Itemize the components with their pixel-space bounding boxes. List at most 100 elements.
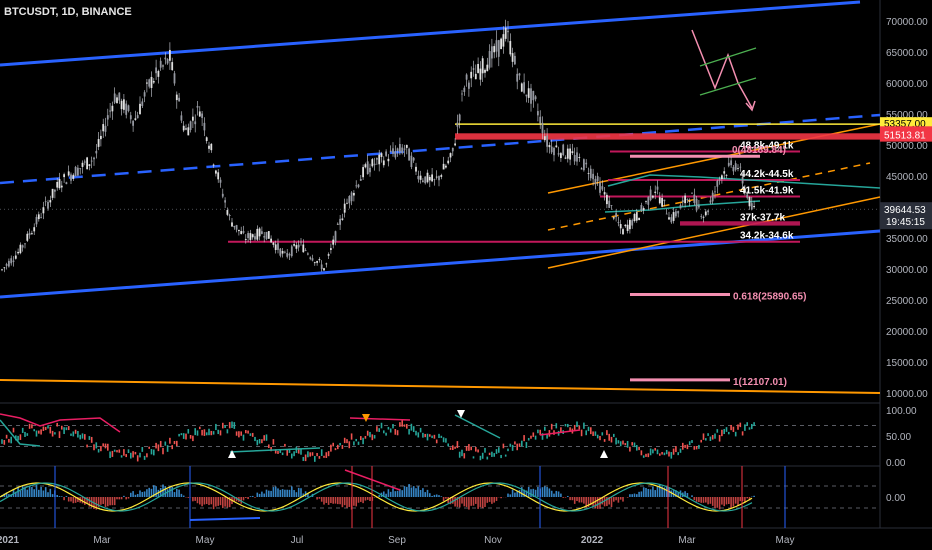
candle-body <box>546 135 548 147</box>
macd-histogram-bar <box>431 495 433 497</box>
rsi-candle <box>215 423 217 431</box>
candle-body <box>49 200 52 203</box>
macd-histogram-bar <box>546 487 548 497</box>
macd-histogram-bar <box>100 497 102 505</box>
macd-histogram-bar <box>576 497 578 502</box>
rsi-candle <box>380 422 383 429</box>
rsi-candle <box>219 430 222 436</box>
candle-body <box>162 65 164 67</box>
rsi-candle <box>470 446 472 451</box>
candle-body <box>410 155 413 168</box>
rsi-candle <box>652 449 654 454</box>
rsi-candle <box>337 444 339 450</box>
rsi-candle <box>491 451 493 457</box>
rsi-candle <box>38 430 40 434</box>
rsi-candle <box>599 435 601 441</box>
candle-body <box>58 179 61 189</box>
rsi-candle <box>631 442 633 446</box>
rsi-divergence-line-1 <box>0 413 121 433</box>
rsi-candle <box>458 451 461 458</box>
rsi-candle <box>544 426 546 431</box>
macd-histogram-bar <box>203 497 206 505</box>
rsi-candle <box>192 435 194 442</box>
rsi-candle <box>102 443 104 447</box>
rsi-candle <box>647 453 650 458</box>
candle-body <box>364 164 367 168</box>
rsi-candle <box>569 427 571 431</box>
candle-body <box>141 101 144 106</box>
rsi-candle <box>291 453 293 459</box>
candle-body <box>456 122 459 127</box>
candle-body <box>638 217 640 221</box>
candle-body <box>474 73 477 80</box>
macd-histogram-bar <box>691 495 693 497</box>
macd-histogram-bar <box>38 489 40 497</box>
macd-histogram-bar <box>445 497 447 499</box>
macd-histogram-bar <box>166 489 169 497</box>
candle-body <box>350 192 353 202</box>
candle-body <box>527 88 530 98</box>
y-tick-label-12: 10000.00 <box>886 389 928 400</box>
rsi-candle <box>665 449 668 455</box>
rsi-candle <box>435 439 438 444</box>
candle-body <box>31 233 33 235</box>
price-chart[interactable]: 48.8k-49.1k0(48189.84)44.2k-44.5k41.5k-4… <box>0 0 932 550</box>
rsi-candle <box>527 437 530 441</box>
macd-histogram-bar <box>42 490 45 497</box>
candle-body <box>571 151 574 154</box>
candle-body <box>265 231 268 240</box>
rsi-candle <box>465 446 468 451</box>
macd-histogram-bar <box>116 497 118 500</box>
rsi-candle <box>732 426 735 432</box>
macd-histogram-bar <box>192 497 194 502</box>
macd-histogram-bar <box>647 488 650 497</box>
candle-body <box>656 186 659 190</box>
candle-body <box>470 71 473 79</box>
candle-body <box>217 172 220 180</box>
candle-body <box>210 143 213 151</box>
rsi-candle <box>42 426 45 431</box>
rsi-candle <box>104 443 107 449</box>
candle-body <box>750 203 753 210</box>
y-tick-label-2: 60000.00 <box>886 79 928 90</box>
macd-histogram-bar <box>196 497 199 504</box>
candle-body <box>601 186 604 190</box>
macd-histogram-bar <box>293 490 295 497</box>
candle-body <box>645 201 647 203</box>
candle-body <box>442 163 445 170</box>
rsi-candle <box>125 454 127 458</box>
macd-histogram-bar <box>560 493 562 497</box>
macd-histogram-bar <box>700 497 702 503</box>
last-price-label: 39644.53 <box>884 205 926 216</box>
rsi-candle <box>590 427 592 435</box>
rsi-candle <box>166 445 169 452</box>
candle-body <box>288 254 291 256</box>
candle-body <box>258 228 261 237</box>
rsi-candle <box>90 436 93 443</box>
rsi-candle <box>70 433 72 436</box>
macd-histogram-bar <box>656 486 659 497</box>
rsi-candle <box>371 434 374 441</box>
candle-body <box>17 251 19 254</box>
candle-body <box>461 93 463 95</box>
macd-histogram-bar <box>732 497 735 507</box>
candle-body <box>608 200 611 208</box>
y-tick-label-9: 25000.00 <box>886 296 928 307</box>
rsi-candle <box>127 449 130 454</box>
candle-body <box>309 257 312 259</box>
rsi-candle <box>58 431 61 439</box>
macd-histogram-bar <box>481 497 484 509</box>
macd-histogram-bar <box>594 497 597 509</box>
rsi-candle <box>746 422 748 426</box>
rsi-candle <box>737 424 739 430</box>
candle-body <box>612 217 615 219</box>
rsi-candle <box>284 443 286 447</box>
rsi-candle <box>153 449 155 456</box>
candle-body <box>433 179 436 180</box>
macd-histogram-bar <box>102 497 104 504</box>
macd-histogram-bar <box>139 490 141 497</box>
candle-body <box>300 241 302 243</box>
candle-body <box>491 46 493 59</box>
rsi-candle <box>682 442 684 450</box>
macd-histogram-bar <box>63 497 65 501</box>
